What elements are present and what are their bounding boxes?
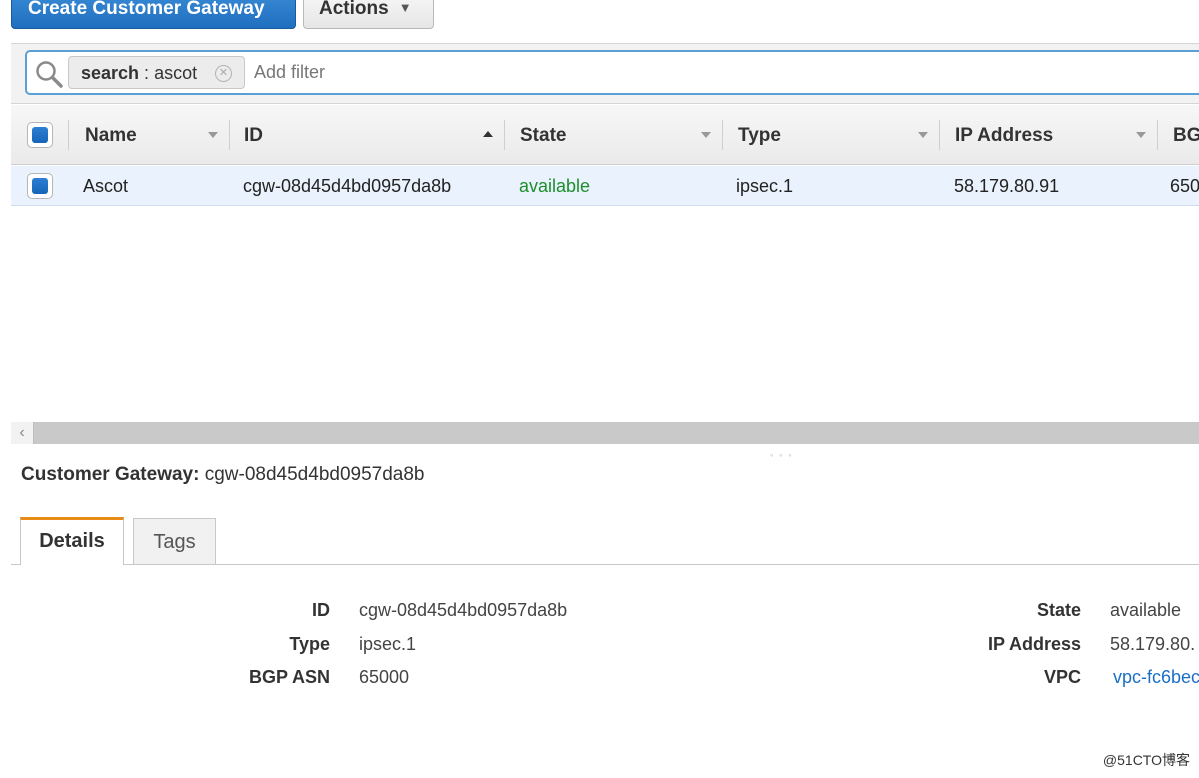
watermark: @51CTO博客 <box>1102 752 1190 768</box>
cell-name: Ascot <box>83 176 129 196</box>
cell-state: available <box>519 176 591 196</box>
cell-type: ipsec.1 <box>736 176 794 196</box>
tab-details[interactable]: Details <box>20 517 124 565</box>
column-divider[interactable] <box>939 120 940 150</box>
actions-label: Actions <box>319 0 389 19</box>
sort-icon[interactable] <box>918 132 928 138</box>
cell-id: cgw-08d45d4bd0957da8b <box>243 176 452 196</box>
detail-label-ip-address: IP Address <box>987 634 1081 654</box>
column-header-type[interactable]: Type <box>738 125 781 147</box>
detail-value-id: cgw-08d45d4bd0957da8b <box>359 600 568 620</box>
detail-value-ip-address: 58.179.80. <box>1110 634 1196 654</box>
tab-divider <box>11 564 1199 565</box>
filter-token-value: ascot <box>154 63 198 83</box>
sort-icon[interactable] <box>208 132 218 138</box>
detail-label-state: State <box>1036 600 1081 620</box>
select-all-checkbox[interactable] <box>27 122 53 148</box>
detail-value-bgp-asn: 65000 <box>359 667 410 687</box>
scroll-left-icon[interactable]: ‹ <box>11 422 34 444</box>
add-filter-placeholder[interactable]: Add filter <box>254 62 325 83</box>
detail-label-bgp-asn: BGP ASN <box>248 667 330 687</box>
table-header: Name ID State Type IP Address BG <box>11 105 1199 165</box>
column-header-state[interactable]: State <box>520 125 566 147</box>
column-divider[interactable] <box>229 120 230 150</box>
search-icon[interactable] <box>35 60 63 88</box>
column-header-bgp-asn[interactable]: BG <box>1173 125 1199 147</box>
sort-ascending-icon[interactable] <box>483 131 493 137</box>
actions-button[interactable]: Actions ▼ <box>303 0 434 29</box>
filter-token-separator: : <box>139 63 155 83</box>
column-divider <box>68 120 69 150</box>
remove-filter-icon[interactable]: ✕ <box>215 65 232 82</box>
detail-value-type: ipsec.1 <box>359 634 417 654</box>
column-header-name[interactable]: Name <box>85 125 137 147</box>
sort-icon[interactable] <box>701 132 711 138</box>
cell-bgp-asn: 650 <box>1170 176 1199 196</box>
detail-label-vpc: VPC <box>1043 667 1081 687</box>
column-header-id[interactable]: ID <box>244 125 263 147</box>
filter-token[interactable]: search : ascot ✕ <box>68 56 245 89</box>
table-row[interactable]: Ascot cgw-08d45d4bd0957da8b available ip… <box>11 166 1199 206</box>
chevron-down-icon: ▼ <box>398 0 412 15</box>
detail-title: Customer Gateway: cgw-08d45d4bd0957da8b <box>21 464 425 486</box>
pane-resize-handle[interactable]: ◦◦◦ <box>770 450 798 460</box>
detail-title-value: cgw-08d45d4bd0957da8b <box>204 464 425 485</box>
row-checkbox[interactable] <box>27 173 53 199</box>
create-customer-gateway-button[interactable]: Create Customer Gateway <box>11 0 296 29</box>
cell-ip-address: 58.179.80.91 <box>954 176 1060 196</box>
column-divider[interactable] <box>722 120 723 150</box>
column-divider[interactable] <box>504 120 505 150</box>
column-divider[interactable] <box>1157 120 1158 150</box>
detail-value-state: available <box>1110 600 1182 620</box>
sort-icon[interactable] <box>1136 132 1146 138</box>
detail-title-label: Customer Gateway: <box>21 464 200 485</box>
filter-token-key: search <box>81 63 140 83</box>
detail-label-type: Type <box>289 634 330 654</box>
vpc-link[interactable]: vpc-fc6bec <box>1113 667 1199 688</box>
column-header-ip-address[interactable]: IP Address <box>955 125 1053 147</box>
tab-tags[interactable]: Tags <box>133 518 216 564</box>
horizontal-scrollbar[interactable]: ‹ <box>11 422 1199 444</box>
detail-label-id: ID <box>312 600 330 620</box>
